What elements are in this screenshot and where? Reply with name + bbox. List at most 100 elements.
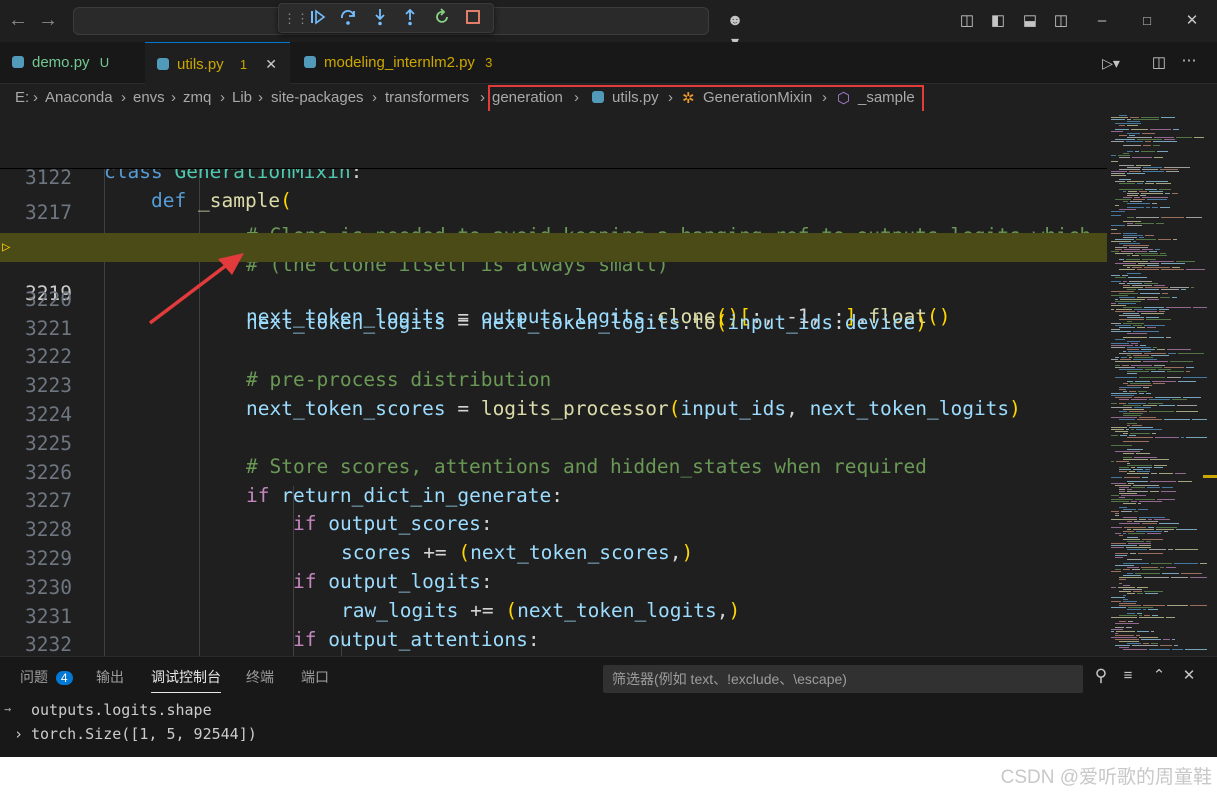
code-line[interactable]: 3226 if return_dict_in_generate: [0,435,1107,507]
console-output-line[interactable]: torch.Size([1, 5, 92544]) [31,725,257,743]
debug-stack-frame-icon[interactable]: ▷ [2,239,10,255]
minimap-line [1186,217,1202,218]
minimap-line [1134,357,1153,358]
tab-output[interactable]: 输出 [96,667,124,687]
search-icon[interactable]: ⚲ [1090,665,1112,687]
chevron-right-icon[interactable]: › [14,725,23,743]
maximize-icon[interactable]: □ [1136,10,1158,32]
arrow-left-icon[interactable]: ← [8,9,28,32]
chevron-up-icon[interactable]: ⌃ [1148,665,1170,687]
minimize-icon[interactable]: – [1091,10,1113,32]
tab-terminal[interactable]: 终端 [246,667,274,687]
code-line[interactable]: 3218 # (the clone itself is always small… [0,204,1107,276]
code-line[interactable]: 3231 if output_attentions: [0,579,1107,651]
split-editor-icon[interactable]: ◫ [1148,52,1170,74]
breadcrumb-item[interactable]: Lib [232,89,252,106]
code-line[interactable]: 3232 decoder_attentions += ( [0,607,1107,656]
minimap-line [1136,453,1150,454]
breadcrumb-item[interactable]: transformers [385,89,469,106]
code-line[interactable]: 3217 # Clone is needed to avoid keeping … [0,175,1107,247]
code-line[interactable]: 3233 (outputs.decoder_attentions,) if se… [0,636,1107,656]
minimap-line [1142,477,1148,478]
minimap[interactable] [1107,111,1217,656]
minimap-line [1160,169,1178,170]
toggle-panel-icon[interactable]: ⬓ [1019,10,1041,32]
minimap-line [1167,349,1191,350]
code-line[interactable]: 3224 [0,377,1107,426]
breadcrumb-item[interactable]: zmq [183,89,211,106]
code-editor[interactable]: 331 class GenerationMixin: 3122 def _sam… [0,111,1107,656]
stop-icon[interactable] [462,8,484,30]
minimap-line [1111,155,1116,156]
minimap-line [1151,355,1169,356]
continue-icon[interactable] [307,8,329,30]
tab-modeling-internlm2-py[interactable]: modeling_internlm2.py 3 [292,42,512,84]
minimap-line [1141,193,1163,194]
tab-ports[interactable]: 端口 [301,667,329,687]
minimap-line [1183,377,1207,378]
more-actions-icon[interactable]: ⋯ [1178,50,1200,72]
minimap-line [1123,233,1137,234]
minimap-line [1164,531,1168,532]
code-line[interactable]: 3229 if output_logits: [0,521,1107,593]
minimap-line [1133,529,1154,530]
minimap-line [1164,167,1190,168]
minimap-line [1147,265,1159,266]
minimap-line [1157,499,1175,500]
minimap-line [1119,243,1140,244]
customize-layout-icon[interactable]: ◫ [956,10,978,32]
minimap-line [1127,341,1140,342]
minimap-line [1135,151,1139,152]
toggle-secondary-sidebar-icon[interactable]: ◫ [1050,10,1072,32]
tab-debug-console[interactable]: 调试控制台 [151,667,221,693]
minimap-line [1181,289,1186,290]
step-out-icon[interactable] [399,8,421,30]
tab-demo-py[interactable]: demo.py U [0,42,145,84]
minimap-line [1130,117,1139,118]
code-line[interactable]: 3228 scores += (next_token_scores,) [0,492,1107,564]
code-line[interactable]: 3230 raw_logits += (next_token_logits,) [0,550,1107,622]
toggle-primary-sidebar-icon[interactable]: ◧ [987,10,1009,32]
minimap-line [1136,239,1156,240]
copilot-icon[interactable]: ☻▾ [724,10,746,51]
drag-handle-icon[interactable]: ⋮⋮ [283,8,309,30]
step-over-icon[interactable] [337,8,359,30]
minimap-line [1151,631,1154,632]
minimap-line [1191,287,1194,288]
minimap-line [1164,367,1184,368]
code-line[interactable]: 3223 next_token_scores = logits_processo… [0,348,1107,420]
close-icon[interactable]: ✕ [1181,10,1203,32]
breadcrumb-item[interactable]: E: [15,89,29,106]
minimap-line [1111,233,1121,234]
minimap-line [1115,129,1129,130]
sticky-scroll-line[interactable]: 3122 def _sample( [0,140,1107,212]
minimap-line [1127,559,1142,560]
run-python-file-icon[interactable]: ▷▾ [1100,52,1122,74]
code-line[interactable]: 3227 if output_scores: [0,463,1107,535]
minimap-line [1128,533,1145,534]
minimap-line [1111,445,1132,446]
minimap-line [1119,319,1144,320]
step-into-icon[interactable] [369,8,391,30]
minimap-line [1115,263,1136,264]
filter-input[interactable]: 筛选器(例如 text、!exclude、\escape) [603,665,1083,693]
tab-problems[interactable]: 问题 4 [20,667,73,687]
minimap-line [1111,427,1127,428]
minimap-line [1172,193,1178,194]
clear-console-icon[interactable]: ≡ [1117,665,1139,687]
minimap-line [1144,283,1158,284]
code-line[interactable]: 3225 # Store scores, attentions and hidd… [0,406,1107,478]
arrow-right-icon[interactable]: → [38,9,58,32]
breadcrumb-item[interactable]: site-packages [271,89,364,106]
minimap-line [1115,247,1127,248]
restart-icon[interactable] [431,8,453,30]
tab-utils-py[interactable]: utils.py 1 ✕ [145,42,290,84]
close-tab-icon[interactable]: ✕ [265,56,277,72]
minimap-line [1123,601,1137,602]
minimap-line [1150,491,1159,492]
breadcrumb-item[interactable]: Anaconda [45,89,113,106]
close-panel-icon[interactable]: ✕ [1178,665,1200,687]
minimap-line [1154,137,1174,138]
breadcrumb-item[interactable]: envs [133,89,165,106]
sticky-scroll-line[interactable]: 331 class GenerationMixin: [0,111,1107,183]
